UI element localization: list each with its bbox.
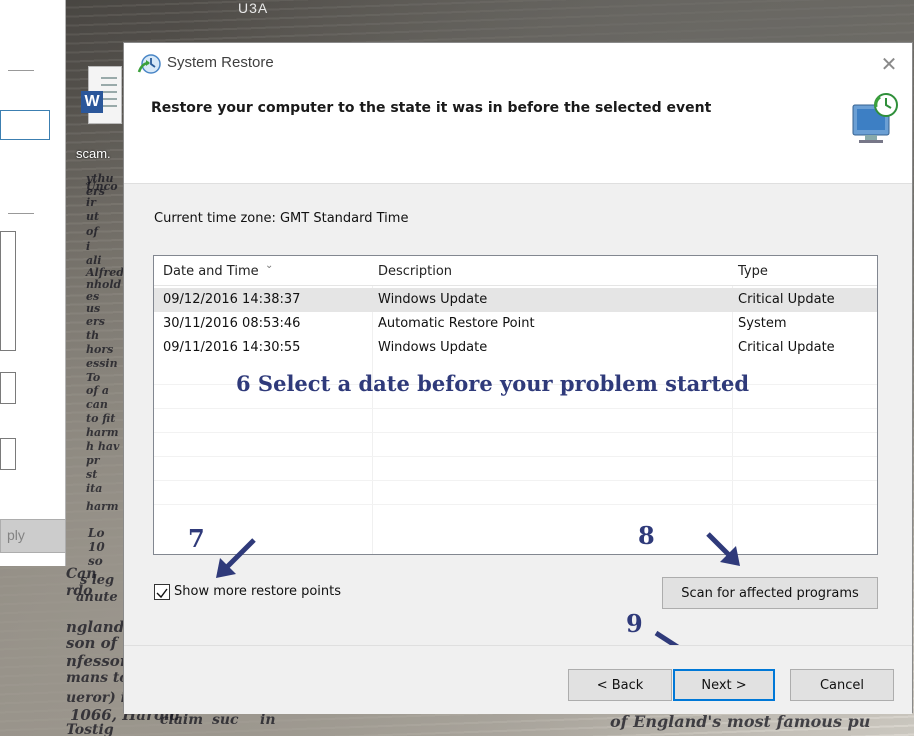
- divider: [8, 70, 34, 71]
- system-restore-dialog: System Restore ✕ Restore your computer t…: [123, 42, 913, 714]
- column-description-header[interactable]: Description: [378, 264, 452, 279]
- book-text-fragment: son of: [66, 634, 118, 652]
- background-list[interactable]: [0, 231, 16, 351]
- back-button[interactable]: < Back: [568, 669, 672, 701]
- table-row[interactable]: 30/11/2016 08:53:46 Automatic Restore Po…: [154, 312, 877, 336]
- dialog-footer: < Back Next > Cancel: [124, 645, 912, 714]
- book-text-fragment: suc: [212, 712, 239, 728]
- book-text-fragment: of England's most famous pu: [610, 712, 871, 731]
- book-text-fragment: i: [86, 240, 91, 253]
- list-header: Date and Time ⌄ Description Type: [154, 256, 877, 286]
- title-bar[interactable]: System Restore ✕: [124, 43, 912, 87]
- show-more-label: Show more restore points: [174, 584, 342, 599]
- book-text-fragment: st: [86, 468, 98, 481]
- checkmark-icon: [156, 588, 168, 599]
- desktop-file-icon[interactable]: W scam.: [76, 66, 128, 162]
- table-row[interactable]: 09/12/2016 14:38:37 Windows Update Criti…: [154, 288, 877, 312]
- restore-points-panel: Current time zone: GMT Standard Time Dat…: [124, 183, 912, 645]
- row-date: 09/12/2016 14:38:37: [163, 292, 301, 307]
- book-text-fragment: ita: [86, 482, 103, 495]
- book-text-fragment: claim: [160, 712, 204, 728]
- restore-points-list[interactable]: Date and Time ⌄ Description Type 09/12/2…: [153, 255, 878, 555]
- scan-affected-programs-button[interactable]: Scan for affected programs: [662, 577, 878, 609]
- book-text-fragment: th: [86, 329, 100, 342]
- book-text-fragment: 10: [88, 540, 105, 554]
- background-field[interactable]: [0, 372, 16, 404]
- column-date-header[interactable]: Date and Time ⌄: [163, 260, 273, 279]
- word-document-icon: W: [81, 66, 122, 124]
- step-9-annotation: 9: [626, 609, 643, 638]
- background-field[interactable]: [0, 438, 16, 470]
- row-type: Critical Update: [738, 340, 835, 355]
- row-type: System: [738, 316, 787, 331]
- table-row[interactable]: 09/11/2016 14:30:55 Windows Update Criti…: [154, 336, 877, 360]
- book-text-fragment: anute: [76, 590, 118, 605]
- sort-indicator-icon: ⌄: [265, 260, 274, 271]
- cancel-button[interactable]: Cancel: [790, 669, 894, 701]
- next-button[interactable]: Next >: [673, 669, 775, 701]
- grid-line: [154, 432, 877, 433]
- apply-button[interactable]: ply: [0, 519, 66, 553]
- book-text-fragment: pr: [86, 454, 100, 467]
- book-text-fragment: of a: [86, 384, 110, 397]
- step-7-annotation: 7: [188, 524, 205, 553]
- dialog-title: System Restore: [167, 54, 274, 71]
- book-text-fragment: nfessor: [66, 652, 128, 670]
- row-description: Windows Update: [378, 292, 488, 307]
- book-text-fragment: s leg: [80, 573, 115, 588]
- book-text-fragment: us: [86, 302, 101, 315]
- row-date: 30/11/2016 08:53:46: [163, 316, 301, 331]
- desktop-top-label: U3A: [238, 0, 269, 16]
- step-8-arrow-icon: [706, 532, 740, 566]
- step-8-annotation: 8: [638, 521, 655, 550]
- book-text-fragment: To: [86, 371, 101, 384]
- book-text-fragment: can: [86, 398, 108, 411]
- timezone-label: Current time zone: GMT Standard Time: [154, 211, 409, 226]
- book-text-fragment: ut: [86, 210, 100, 223]
- computer-restore-icon: [852, 93, 898, 143]
- book-text-fragment: Lo: [88, 526, 105, 540]
- book-text-fragment: of: [86, 225, 99, 238]
- book-text-fragment: mans to: [66, 670, 129, 686]
- book-text-fragment: harm: [86, 500, 119, 513]
- book-text-fragment: ers: [86, 315, 105, 328]
- grid-line: [154, 480, 877, 481]
- row-description: Automatic Restore Point: [378, 316, 535, 331]
- show-more-checkbox[interactable]: [154, 584, 170, 600]
- book-text-fragment: in: [260, 712, 276, 728]
- background-window: ply: [0, 0, 66, 566]
- row-description: Windows Update: [378, 340, 488, 355]
- book-text-fragment: so: [88, 554, 103, 568]
- book-text-fragment: to fit: [86, 412, 116, 425]
- desktop-icon-label: scam.: [76, 146, 111, 161]
- book-text-fragment: ythu: [86, 172, 114, 185]
- grid-line: [154, 456, 877, 457]
- column-type-header[interactable]: Type: [738, 264, 768, 279]
- book-text-fragment: h hav: [86, 440, 120, 453]
- book-text-fragment: hors: [86, 343, 114, 356]
- dialog-heading: Restore your computer to the state it wa…: [151, 100, 712, 116]
- instruction-annotation: 6 Select a date before your problem star…: [236, 371, 750, 396]
- book-text-fragment: ers: [86, 185, 105, 198]
- book-text-fragment: harm: [86, 426, 119, 439]
- divider: [8, 213, 34, 214]
- row-type: Critical Update: [738, 292, 835, 307]
- grid-line: [154, 504, 877, 505]
- background-input[interactable]: [0, 110, 50, 140]
- system-restore-icon: [137, 54, 161, 74]
- row-date: 09/11/2016 14:30:55: [163, 340, 301, 355]
- step-7-arrow-icon: [216, 538, 256, 578]
- book-text-fragment: essin: [86, 357, 118, 370]
- book-text-fragment: Tostig: [66, 722, 114, 736]
- close-button[interactable]: ✕: [874, 51, 904, 77]
- grid-line: [154, 408, 877, 409]
